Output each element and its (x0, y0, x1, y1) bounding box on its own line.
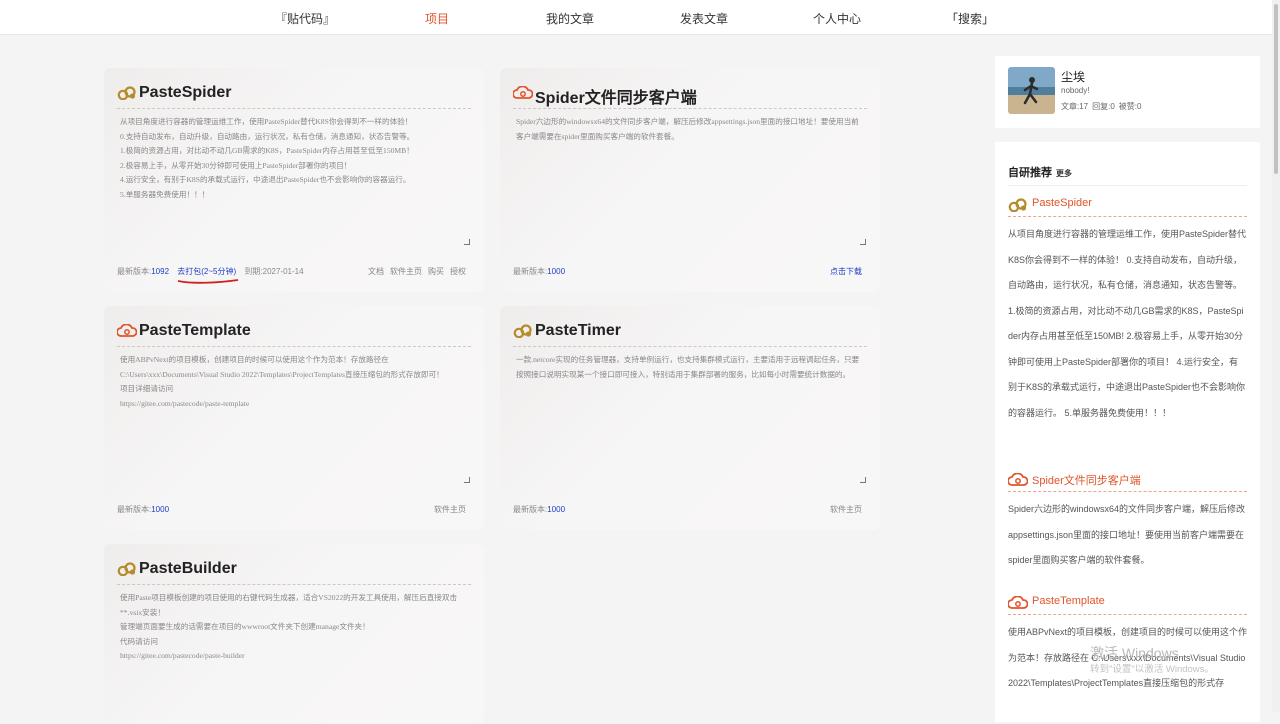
license-link[interactable]: 授权 (450, 267, 466, 276)
like-count: 被赞:0 (1118, 102, 1142, 111)
card-description[interactable]: 从项目角度进行容器的管理运维工作，使用PasteSpider替代K8S你会得到不… (120, 115, 465, 241)
resize-handle[interactable] (464, 477, 470, 483)
activation-watermark-hint: 转到"设置"以激活 Windows。 (1090, 664, 1214, 675)
project-card-spider-sync: Spider文件同步客户端 Spider六边形的windowsx64的文件同步客… (500, 68, 880, 292)
card-title[interactable]: PasteTimer (535, 322, 621, 340)
recommend-item-title: Spider文件同步客户端 (1008, 470, 1247, 492)
resize-handle[interactable] (860, 477, 866, 483)
recommend-item-link[interactable]: Spider文件同步客户端 (1032, 472, 1141, 488)
version-number: 1000 (547, 505, 566, 514)
card-description[interactable]: 一款.netcore实现的任务管理器，支持单例运行，也支持集群模式运行，主要适用… (516, 353, 861, 479)
card-title[interactable]: PasteTemplate (139, 322, 251, 340)
nav-item-paste-code[interactable]: 『贴代码』 (255, 10, 355, 27)
scrollbar-thumb[interactable] (1274, 4, 1278, 174)
nav-item-search[interactable]: 「搜索」 (920, 10, 1020, 27)
gold-cloud-icon (1008, 198, 1027, 212)
version-number: 1092 (151, 267, 170, 276)
red-cloud-icon (1008, 473, 1028, 486)
project-card-pastetimer: PasteTimer 一款.netcore实现的任务管理器，支持单例运行，也支持… (500, 306, 880, 530)
red-underline-mark (178, 279, 239, 284)
divider (1008, 185, 1247, 186)
buy-link[interactable]: 购买 (428, 267, 444, 276)
profile-stats: 文章:17 回复:0 被赞:0 (1061, 101, 1145, 112)
version-label: 最新版本: (513, 267, 548, 276)
card-description[interactable]: 使用Paste项目模板创建的项目使用的右键代码生成器，适合VS2022的开发工具… (120, 591, 465, 717)
card-title-bar: PasteTimer (513, 322, 867, 347)
card-title-bar: Spider文件同步客户端 (513, 84, 867, 109)
resize-handle[interactable] (860, 239, 866, 245)
avatar-image (1008, 67, 1055, 114)
nav-item-publish-article[interactable]: 发表文章 (654, 10, 754, 27)
version-number: 1000 (151, 505, 170, 514)
recommend-heading: 自研推荐 更多 (1008, 167, 1072, 179)
card-footer: 最新版本:1000 软件主页 (117, 504, 466, 516)
download-link[interactable]: 点击下载 (830, 267, 862, 276)
resize-handle[interactable] (464, 239, 470, 245)
article-count: 文章:17 (1061, 102, 1089, 111)
gold-cloud-icon (117, 562, 136, 576)
profile-card: 尘埃 nobody! 文章:17 回复:0 被赞:0 (995, 56, 1260, 128)
gold-cloud-icon (117, 86, 136, 100)
version-label: 最新版本: (513, 505, 548, 514)
card-footer: 最新版本:1000 点击下载 (513, 266, 862, 278)
activation-watermark: 激活 Windows (1090, 645, 1179, 661)
recommend-panel: 自研推荐 更多 PasteSpider 从项目角度进行容器的管理运维工作，使用Pa… (995, 142, 1260, 722)
version-number: 1000 (547, 267, 566, 276)
red-cloud-icon (1008, 596, 1028, 609)
card-title[interactable]: PasteBuilder (139, 560, 237, 578)
card-title-bar: PasteTemplate (117, 322, 471, 347)
homepage-link[interactable]: 软件主页 (390, 267, 422, 276)
homepage-link[interactable]: 软件主页 (434, 505, 466, 514)
card-title-bar: PasteSpider (117, 84, 471, 109)
page-scrollbar[interactable] (1272, 0, 1280, 712)
recommend-item-link[interactable]: PasteTemplate (1032, 595, 1105, 607)
homepage-link[interactable]: 软件主页 (830, 505, 862, 514)
pack-link[interactable]: 去打包(2~5分钟) (177, 267, 239, 284)
docs-link[interactable]: 文档 (368, 267, 384, 276)
card-title[interactable]: PasteSpider (139, 84, 231, 102)
version-label: 最新版本: (117, 267, 152, 276)
card-footer: 最新版本:1000 软件主页 (513, 504, 862, 516)
red-cloud-icon (513, 86, 533, 99)
project-card-pastespider: PasteSpider 从项目角度进行容器的管理运维工作，使用PasteSpid… (104, 68, 484, 292)
card-title-bar: PasteBuilder (117, 560, 471, 585)
gold-cloud-icon (513, 324, 532, 338)
project-card-pastebuilder: PasteBuilder 使用Paste项目模板创建的项目使用的右键代码生成器，… (104, 544, 484, 724)
profile-name[interactable]: 尘埃 (1061, 68, 1085, 85)
recommend-item-title: PasteSpider (1008, 195, 1247, 217)
recommend-item-text: 从项目角度进行容器的管理运维工作，使用PasteSpider替代K8S你会得到不… (1008, 229, 1247, 418)
card-title[interactable]: Spider文件同步客户端 (535, 84, 697, 108)
recommend-item-title: PasteTemplate (1008, 593, 1247, 615)
more-link[interactable]: 更多 (1056, 169, 1072, 178)
red-cloud-icon (117, 324, 137, 337)
recommend-item-link[interactable]: PasteSpider (1032, 197, 1092, 209)
card-description[interactable]: Spider六边形的windowsx64的文件同步客户端，解压后修改appset… (516, 115, 861, 241)
reply-count: 回复:0 (1092, 102, 1115, 111)
project-card-pastetemplate: PasteTemplate 使用ABPvNext的项目模板，创建项目的时候可以使… (104, 306, 484, 530)
card-description[interactable]: 使用ABPvNext的项目模板，创建项目的时候可以使用这个作为范本！存放路径在 … (120, 353, 465, 479)
expire-date: 到期:2027-01-14 (244, 267, 304, 276)
top-nav: 『贴代码』 项目 我的文章 发表文章 个人中心 「搜索」 (0, 0, 1280, 35)
nav-item-my-articles[interactable]: 我的文章 (520, 10, 620, 27)
nav-item-projects[interactable]: 项目 (387, 10, 487, 27)
version-label: 最新版本: (117, 505, 152, 514)
avatar[interactable] (1008, 67, 1055, 114)
profile-bio: nobody! (1061, 86, 1090, 95)
nav-item-user-center[interactable]: 个人中心 (787, 10, 887, 27)
recommend-item-text: Spider六边形的windowsx64的文件同步客户端，解压后修改appset… (1008, 504, 1246, 565)
card-footer: 最新版本:1092 去打包(2~5分钟) 到期:2027-01-14 文档 软件主… (117, 266, 466, 284)
